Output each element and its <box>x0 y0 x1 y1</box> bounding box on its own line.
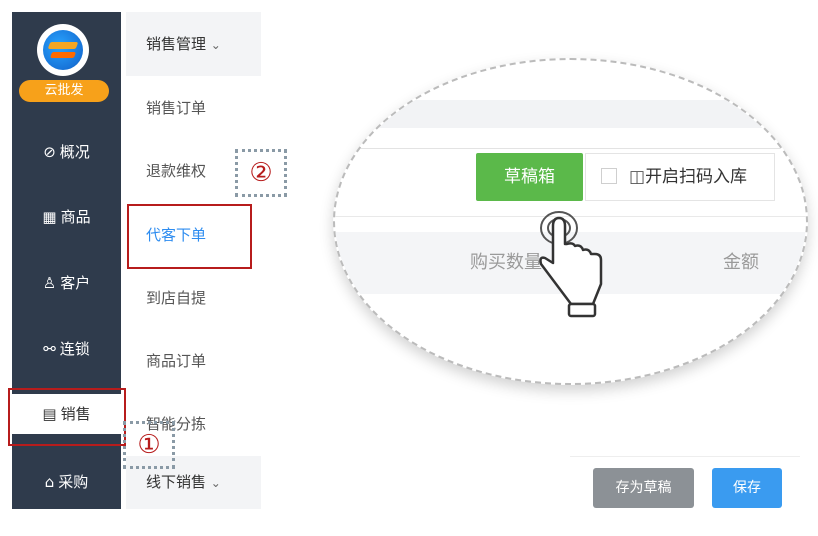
sidebar-item-customers[interactable]: ♙ 客户 <box>12 263 121 303</box>
sidebar-item-label: 连锁 <box>59 340 90 358</box>
save-button[interactable]: 保存 <box>712 468 782 508</box>
proxy-order-highlight-box <box>127 204 252 269</box>
chevron-down-icon: ⌄ <box>210 476 221 490</box>
step-marker-1: ① <box>123 421 175 469</box>
user-icon: ♙ <box>42 274 57 292</box>
link-icon: ⚯ <box>43 340 56 358</box>
sidebar-item-products[interactable]: ▦ 商品 <box>12 197 121 237</box>
sales-highlight-box <box>8 388 126 446</box>
pointing-hand-icon <box>539 211 603 318</box>
chevron-down-icon: ⌄ <box>210 38 221 52</box>
brand-badge: 云批发 <box>19 80 109 102</box>
submenu-footer-label: 线下销售 <box>146 473 207 491</box>
sidebar-item-label: 商品 <box>60 208 91 226</box>
sidebar-item-label: 客户 <box>60 274 91 292</box>
submenu-header-label: 销售管理 <box>146 35 207 53</box>
sidebar-item-chain[interactable]: ⚯ 连锁 <box>12 329 121 369</box>
save-draft-button[interactable]: 存为草稿 <box>593 468 694 508</box>
draft-box-button[interactable]: 草稿箱 <box>476 153 583 201</box>
scan-icon: ◫ <box>629 167 646 187</box>
sidebar-item-purchase[interactable]: ⌂ 采购 <box>12 462 121 502</box>
submenu-item-sales-orders[interactable]: 销售订单 <box>126 88 261 128</box>
lens-toolbar-bg <box>335 100 806 128</box>
app-logo <box>37 24 89 76</box>
scan-toggle[interactable]: ◫开启扫码入库 <box>629 153 779 201</box>
column-header-amount: 金额 <box>723 252 759 273</box>
divider <box>335 148 806 149</box>
sidebar-item-label: 采购 <box>58 473 89 491</box>
submenu-item-product-orders[interactable]: 商品订单 <box>126 341 261 381</box>
step-marker-2: ② <box>235 149 287 197</box>
grid-icon: ▦ <box>42 208 57 226</box>
sidebar-item-label: 概况 <box>59 143 90 161</box>
zoom-lens: 草稿箱 ◫开启扫码入库 购买数量 金额 <box>333 58 808 385</box>
submenu-header[interactable]: 销售管理 ⌄ <box>126 12 261 76</box>
scan-checkbox[interactable] <box>601 168 617 184</box>
scan-toggle-label: 开启扫码入库 <box>645 167 748 187</box>
submenu-item-store-pickup[interactable]: 到店自提 <box>126 278 261 318</box>
sidebar-item-overview[interactable]: ⊘ 概况 <box>12 132 121 172</box>
divider <box>570 456 800 457</box>
compass-icon: ⊘ <box>43 143 56 161</box>
shop-icon: ⌂ <box>44 473 55 491</box>
